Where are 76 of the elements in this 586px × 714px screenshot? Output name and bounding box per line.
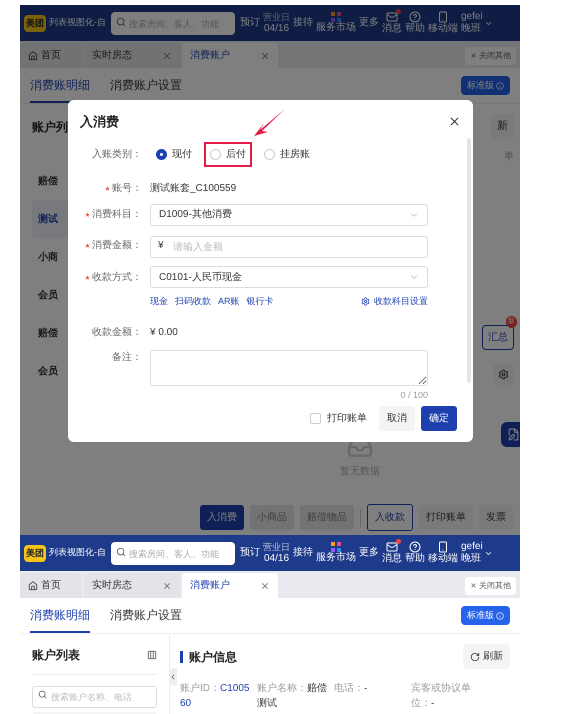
action-button[interactable]: 发票: [479, 505, 513, 530]
business-day-label: 营业日: [263, 12, 290, 22]
close-others-button[interactable]: 关闭其他: [465, 576, 516, 594]
shift-label[interactable]: 晚班: [461, 553, 481, 565]
section-tab[interactable]: 消费账户设置: [110, 598, 182, 633]
dialog-title: 入消费: [80, 113, 119, 131]
nav-link[interactable]: 帮助: [405, 553, 425, 565]
edition-badge[interactable]: 标准版: [461, 606, 510, 626]
select-field[interactable]: C0101-人民币现金: [150, 266, 428, 288]
action-button[interactable]: 打印账单: [419, 505, 473, 530]
nav-link[interactable]: 接待: [293, 17, 313, 29]
nav-link[interactable]: 服务市场: [316, 22, 356, 34]
business-date: 04/16: [264, 22, 290, 34]
nav-link[interactable]: 移动端: [428, 553, 458, 565]
radio-option[interactable]: 现付: [150, 142, 198, 166]
payment-link[interactable]: 银行卡: [246, 295, 274, 308]
user-name[interactable]: gefei: [461, 11, 483, 23]
action-button[interactable]: 入消费: [200, 505, 244, 530]
info-field: 宾客或协议单位：-: [411, 681, 485, 711]
nav-link[interactable]: 预订: [240, 17, 260, 29]
panel-title: 账户列: [32, 119, 68, 136]
nav-link[interactable]: 更多: [359, 547, 379, 559]
page-tab[interactable]: 消费账户: [182, 573, 278, 598]
field-value: 测试账套_C100559: [150, 182, 236, 196]
nav-link[interactable]: 服务市场: [316, 552, 356, 564]
refresh-button[interactable]: 刷新: [463, 644, 510, 669]
section-title: 账户信息: [180, 650, 237, 662]
app-title: 列表视图化-自: [49, 546, 106, 560]
close-others-button[interactable]: 关闭其他: [465, 46, 516, 64]
payment-link[interactable]: 扫码收款: [175, 295, 211, 308]
app-title: 列表视图化-自: [49, 16, 106, 30]
field-label: 账号：: [112, 182, 142, 196]
edition-badge[interactable]: 标准版: [461, 76, 510, 96]
nav-link[interactable]: 消息: [382, 23, 402, 35]
search-field[interactable]: 搜索账户名称、电话: [32, 686, 157, 708]
panel-title: 账户列表: [32, 647, 80, 664]
page-tab[interactable]: 首页: [20, 573, 82, 598]
nav-link[interactable]: 帮助: [405, 23, 425, 35]
nav-link[interactable]: 消息: [382, 553, 402, 565]
search-field[interactable]: 搜索房间、客人、功能: [111, 542, 235, 566]
shift-label[interactable]: 晚班: [461, 23, 481, 35]
payment-link[interactable]: AR账: [218, 295, 240, 308]
field-label: 入账类别：: [92, 148, 142, 162]
nav-link[interactable]: 接待: [293, 547, 313, 559]
field-label: 消费科目：: [92, 208, 142, 222]
field-label: 收款方式：: [92, 270, 142, 284]
logo[interactable]: 美团: [24, 14, 46, 32]
confirm-button[interactable]: 确定: [421, 406, 457, 431]
logo[interactable]: 美团: [24, 544, 46, 562]
radio-option[interactable]: 后付: [204, 142, 252, 166]
info-field: 账户名称：赔偿测试: [257, 681, 331, 711]
cancel-button[interactable]: 取消: [379, 406, 415, 431]
business-date: 04/16: [264, 552, 290, 564]
currency-sign: ¥: [158, 238, 164, 252]
nav-link[interactable]: 预订: [240, 547, 260, 559]
nav-link[interactable]: 更多: [359, 17, 379, 29]
field-label: 收款金额：: [92, 326, 142, 340]
settings-link[interactable]: 收款科目设置: [374, 295, 428, 308]
select-field[interactable]: D1009-其他消费: [150, 204, 428, 226]
page-tab[interactable]: 消费账户: [182, 43, 278, 68]
business-day-label: 营业日: [263, 542, 290, 552]
section-tab[interactable]: 消费账户设置: [110, 68, 182, 103]
field-value: ¥ 0.00: [150, 326, 178, 340]
payment-link[interactable]: 现金: [150, 295, 168, 308]
char-counter: 0 / 100: [400, 388, 428, 402]
refresh-button[interactable]: 新: [491, 114, 514, 138]
info-field: 电话：-: [334, 681, 408, 696]
user-name[interactable]: gefei: [461, 541, 483, 553]
page-tab[interactable]: 实时房态: [84, 573, 180, 598]
action-button[interactable]: 入收款: [367, 504, 413, 531]
radio-option[interactable]: 挂房账: [258, 142, 316, 166]
field-label: 消费金额：: [92, 238, 142, 254]
info-field: 账户ID：C100560: [180, 681, 254, 711]
checkbox-label[interactable]: 打印账单: [327, 411, 367, 426]
nav-link[interactable]: 移动端: [428, 23, 458, 35]
field-label: 备注：: [112, 350, 142, 364]
